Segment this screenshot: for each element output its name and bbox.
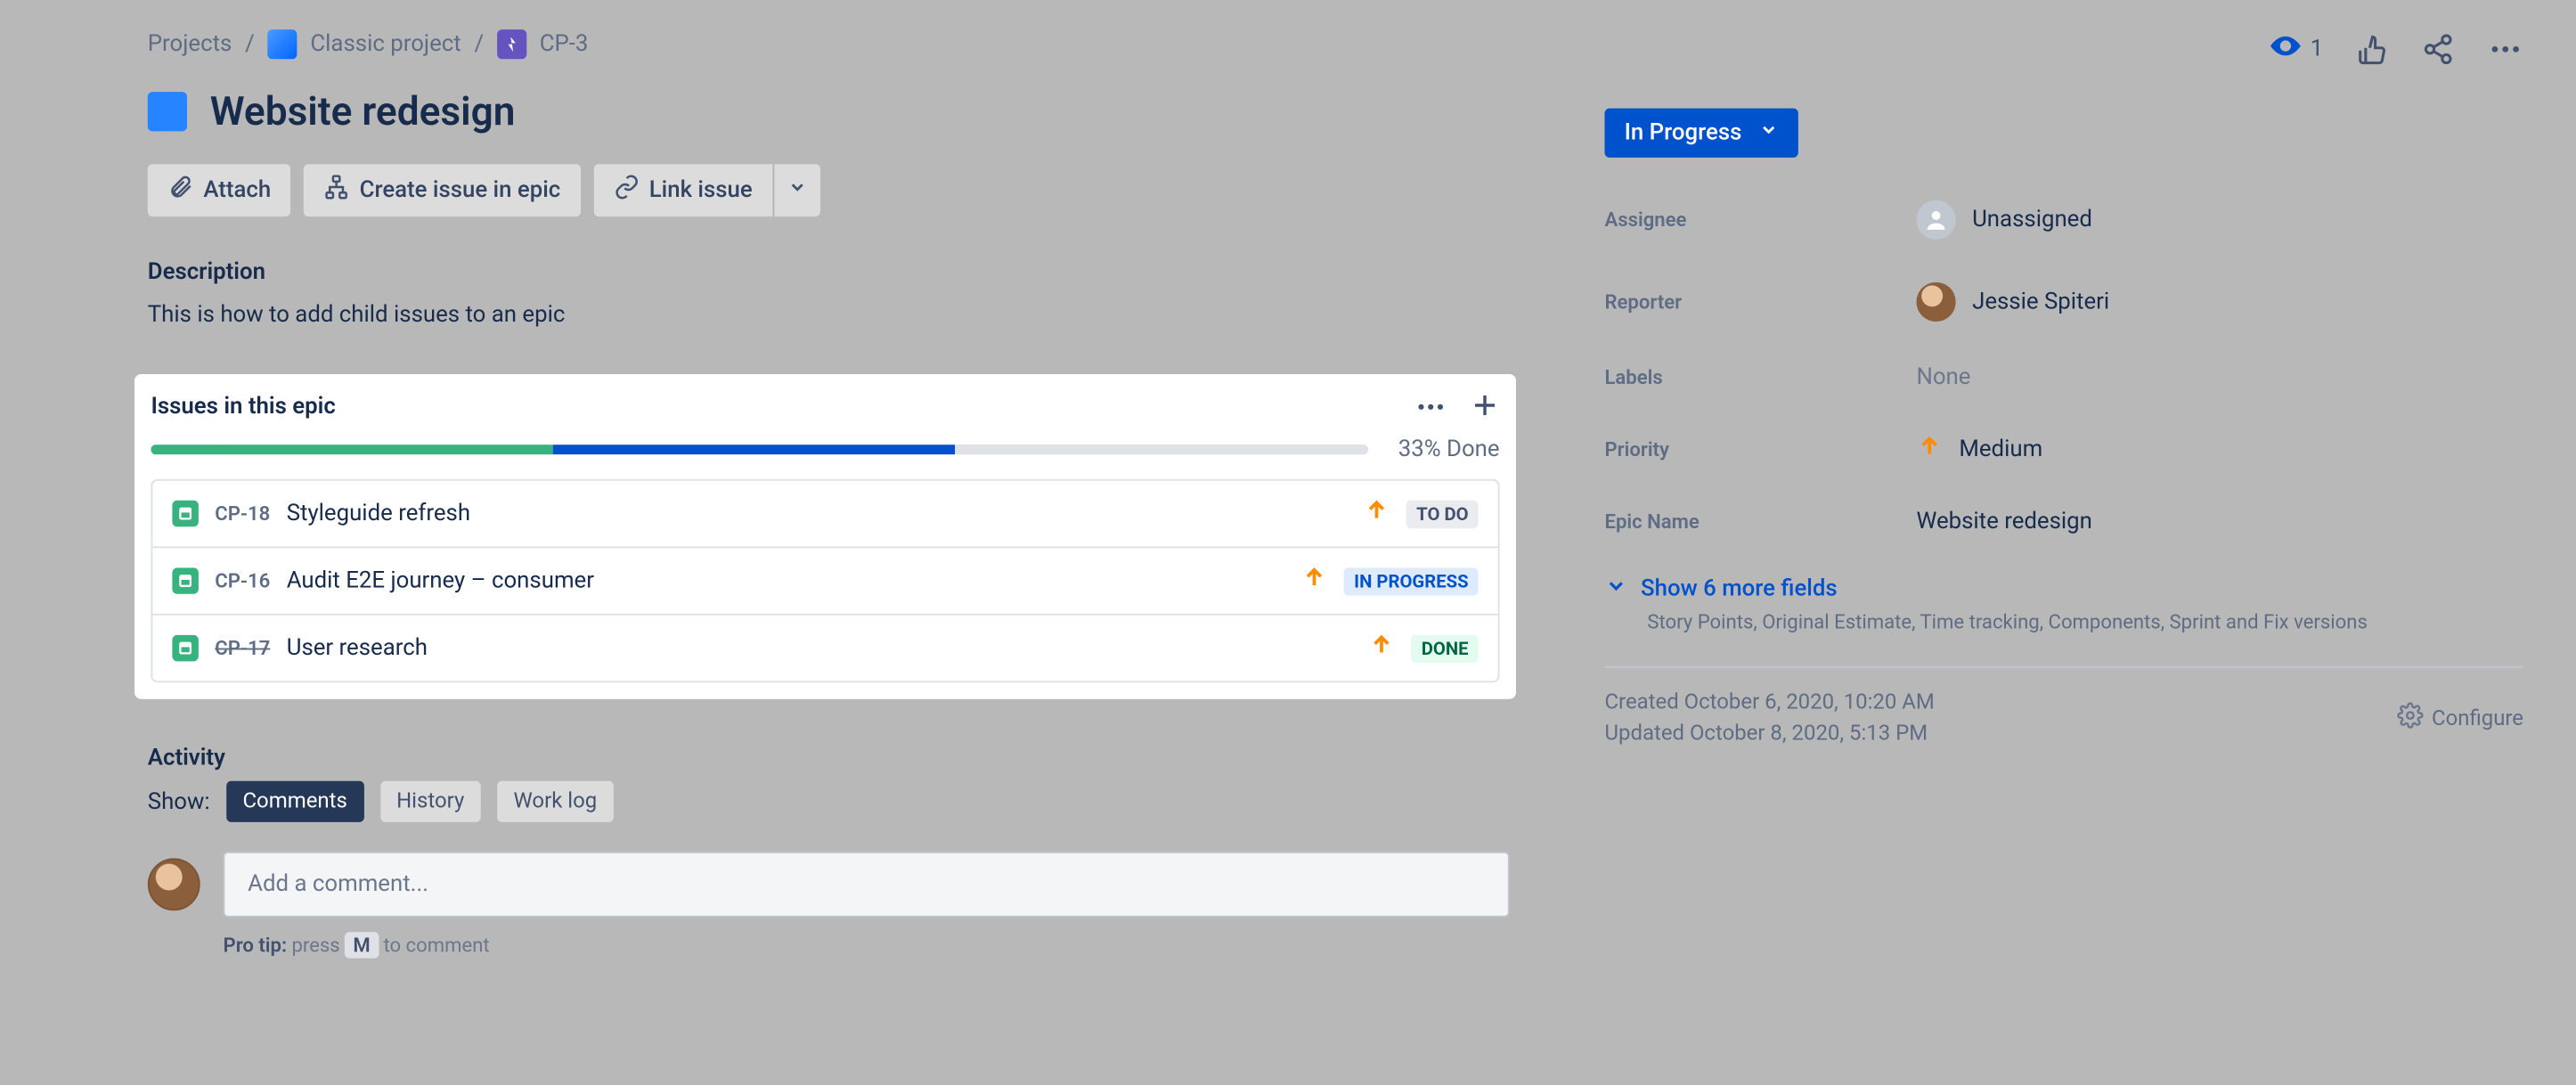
attach-button[interactable]: Attach (148, 164, 290, 216)
child-issue-icon (323, 174, 349, 207)
epic-panel-more-button[interactable] (1414, 390, 1447, 423)
show-more-fields-description: Story Points, Original Estimate, Time tr… (1647, 610, 2523, 633)
breadcrumbs: Projects / Classic project / CP-3 (148, 29, 1510, 59)
child-issue-summary[interactable]: User research (287, 635, 1353, 661)
epic-progress-done-segment (151, 445, 552, 454)
updated-timestamp: Updated October 8, 2020, 5:13 PM (1604, 722, 1934, 746)
child-issue-key[interactable]: CP-18 (215, 502, 270, 526)
attach-label: Attach (203, 177, 271, 203)
project-avatar-icon (267, 29, 297, 59)
more-actions-button[interactable] (2487, 31, 2523, 68)
chevron-down-icon (1604, 575, 1627, 604)
create-child-button[interactable]: Create issue in epic (304, 164, 580, 216)
breadcrumb-separator: / (474, 31, 484, 57)
description-heading: Description (148, 259, 1510, 285)
tab-worklog[interactable]: Work log (497, 781, 614, 822)
gear-icon (2397, 702, 2423, 735)
story-issuetype-icon (172, 501, 198, 526)
status-label: In Progress (1625, 119, 1742, 145)
story-issuetype-icon (172, 635, 198, 661)
priority-medium-icon (1301, 565, 1327, 598)
breadcrumb-projects[interactable]: Projects (148, 31, 232, 57)
child-issue-summary[interactable]: Audit E2E journey – consumer (287, 567, 1285, 593)
story-issuetype-icon (172, 567, 198, 593)
create-child-label: Create issue in epic (360, 177, 561, 203)
labels-label: Labels (1604, 366, 1916, 389)
child-issue-status[interactable]: DONE (1412, 634, 1479, 662)
show-more-fields-link[interactable]: Show 6 more fields (1604, 575, 2523, 604)
priority-medium-icon (1364, 497, 1390, 530)
issues-in-epic-panel: Issues in this epic 33% Done CP-18Sty (135, 374, 1516, 699)
comment-protip: Pro tip: press M to comment (224, 934, 1510, 957)
add-child-issue-button[interactable] (1470, 390, 1499, 423)
epic-progress-label: 33% Done (1398, 436, 1500, 462)
issue-title[interactable]: Website redesign (210, 88, 516, 135)
link-issue-label: Link issue (649, 177, 753, 203)
share-button[interactable] (2422, 33, 2455, 66)
activity-show-label: Show: (148, 788, 210, 814)
reporter-value[interactable]: Jessie Spiteri (1916, 282, 2109, 322)
description-body[interactable]: This is how to add child issues to an ep… (148, 302, 1510, 328)
attachment-icon (167, 174, 193, 207)
priority-medium-icon (1916, 433, 1942, 466)
priority-medium-icon (1369, 632, 1395, 665)
epic-color-swatch[interactable] (148, 92, 187, 131)
breadcrumb-separator: / (245, 31, 255, 57)
reporter-label: Reporter (1604, 290, 1916, 314)
epicname-label: Epic Name (1604, 510, 1916, 534)
comment-input[interactable]: Add a comment... (224, 852, 1510, 918)
epic-progress-inprogress-segment (553, 445, 955, 454)
activity-heading: Activity (148, 745, 1510, 771)
reporter-avatar (1916, 282, 1955, 322)
priority-value[interactable]: Medium (1916, 433, 2042, 466)
epicname-value[interactable]: Website redesign (1916, 509, 2091, 534)
breadcrumb-issue-key[interactable]: CP-3 (540, 31, 589, 57)
link-issue-button[interactable]: Link issue (593, 164, 772, 216)
priority-label: Priority (1604, 438, 1916, 461)
child-issue-key[interactable]: CP-16 (215, 569, 270, 592)
child-issue-row[interactable]: CP-16 Audit E2E journey – consumer IN PROG… (152, 548, 1497, 616)
child-issue-row[interactable]: CP-17 User research DONE (152, 616, 1497, 681)
epic-issuetype-icon (497, 29, 526, 59)
sidebar-divider (1604, 666, 2523, 668)
child-issue-status[interactable]: IN PROGRESS (1344, 567, 1479, 594)
link-icon (613, 174, 639, 207)
watch-count: 1 (2311, 37, 2324, 62)
current-user-avatar (148, 858, 200, 910)
chevron-down-icon (1758, 119, 1778, 145)
created-timestamp: Created October 6, 2020, 10:20 AM (1604, 690, 1934, 715)
child-issue-list: CP-18 Styleguide refresh TO DO CP-16 Audit E… (151, 479, 1499, 682)
child-issue-status[interactable]: TO DO (1406, 500, 1479, 527)
breadcrumb-project[interactable]: Classic project (310, 31, 461, 57)
tab-comments[interactable]: Comments (226, 781, 363, 822)
link-issue-dropdown[interactable] (772, 164, 819, 216)
labels-value[interactable]: None (1916, 364, 1970, 390)
status-dropdown[interactable]: In Progress (1604, 109, 1797, 158)
unassigned-avatar-icon (1916, 200, 1955, 240)
assignee-value[interactable]: Unassigned (1916, 200, 2091, 240)
child-issue-row[interactable]: CP-18 Styleguide refresh TO DO (152, 481, 1497, 549)
like-button[interactable] (2356, 33, 2389, 66)
child-issue-summary[interactable]: Styleguide refresh (287, 501, 1348, 526)
watch-button[interactable]: 1 (2270, 29, 2324, 69)
assignee-label: Assignee (1604, 208, 1916, 232)
configure-link[interactable]: Configure (2397, 690, 2523, 746)
epic-panel-title: Issues in this epic (151, 394, 335, 420)
child-issue-key[interactable]: CP-17 (215, 637, 270, 660)
tab-history[interactable]: History (380, 781, 481, 822)
chevron-down-icon (787, 177, 806, 203)
epic-progress-bar (151, 445, 1368, 454)
eye-icon (2270, 29, 2303, 69)
